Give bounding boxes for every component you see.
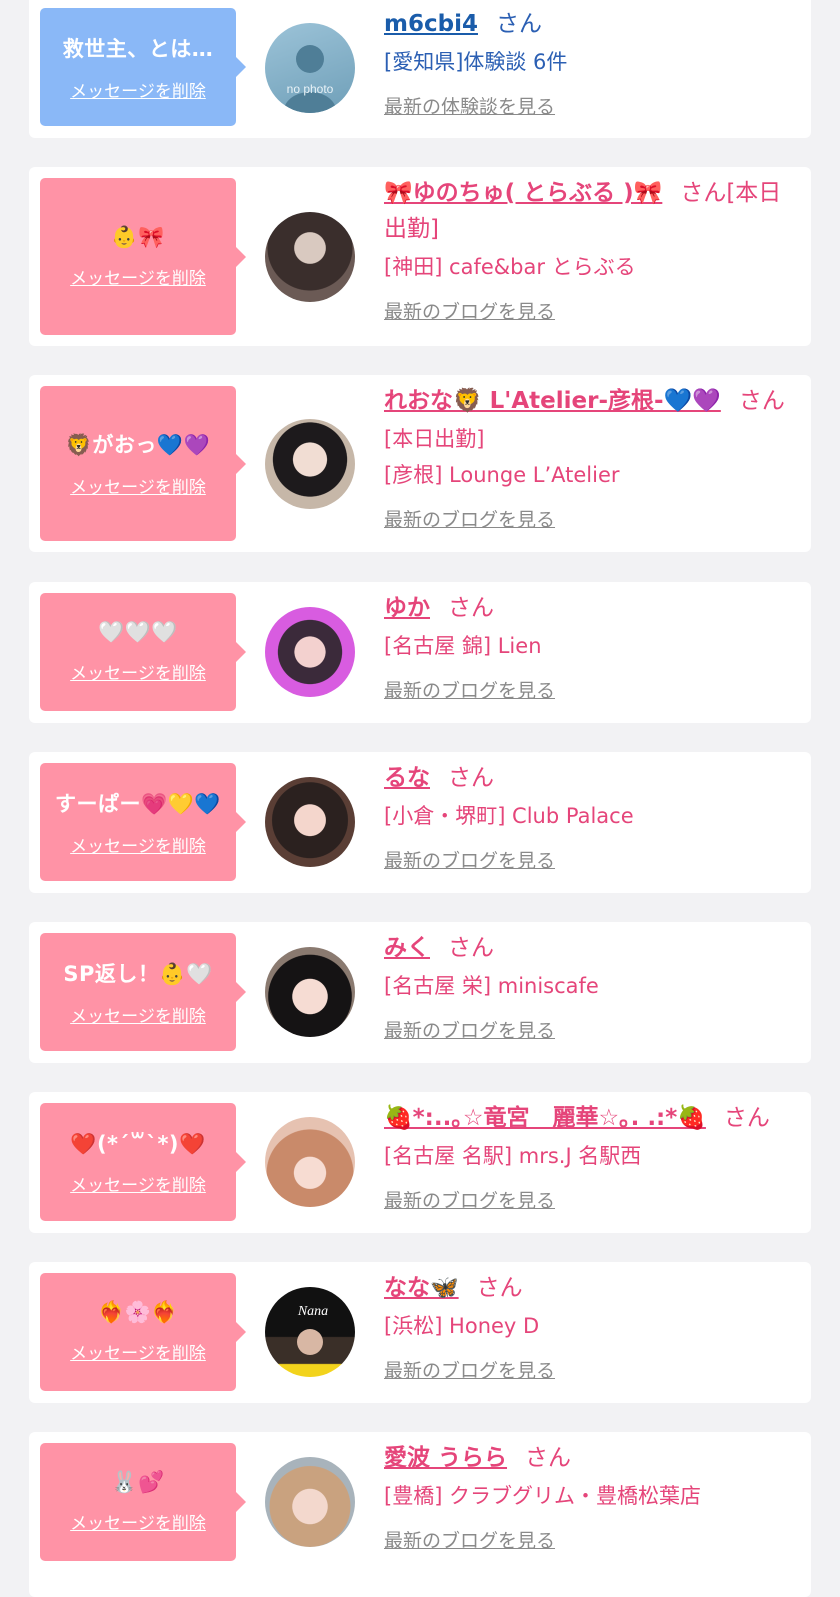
user-name-link[interactable]: なな🦋 [384, 1275, 459, 1301]
message-preview: 👶🎀 [111, 224, 165, 249]
no-photo-avatar-icon: no photo [283, 45, 337, 113]
avatar-logo-text: Nana [297, 1304, 328, 1319]
latest-review-link[interactable]: 最新の体験談を見る [384, 92, 797, 119]
honorific: さん [525, 1445, 572, 1471]
avatar[interactable] [265, 1457, 355, 1547]
message-preview: SP返し！👶🤍 [63, 961, 213, 986]
avatar[interactable] [265, 419, 355, 509]
message-preview: ❤️‍🔥🌸❤️‍🔥 [98, 1300, 178, 1324]
latest-blog-link[interactable]: 最新のブログを見る [384, 846, 797, 873]
avatar[interactable]: Nana [265, 1287, 355, 1377]
avatar[interactable] [265, 777, 355, 867]
honorific: さん [680, 180, 727, 206]
nana-logo-avatar: Nana [297, 1304, 328, 1355]
list-item: 救世主、とは… メッセージを削除 no photo m6cbi4 さん [愛知県]… [29, 0, 811, 138]
shop-info: [名古屋 栄] miniscafe [384, 974, 599, 998]
latest-blog-link[interactable]: 最新のブログを見る [384, 1016, 797, 1043]
shop-info: [彦根] Lounge L’Atelier [384, 463, 620, 487]
user-name-link[interactable]: みく [384, 935, 430, 961]
list-item: 👶🎀 メッセージを削除 🎀ゆのちゅ( とらぶる )🎀 さん[本日出勤] [神田] … [29, 167, 811, 346]
delete-message-link[interactable]: メッセージを削除 [70, 473, 206, 498]
message-bubble: ❤️‍🔥🌸❤️‍🔥 メッセージを削除 [40, 1273, 246, 1391]
honorific: さん [723, 1105, 770, 1131]
honorific: さん [738, 388, 785, 414]
delete-message-link[interactable]: メッセージを削除 [70, 1339, 206, 1364]
shop-info: [名古屋 錦] Lien [384, 634, 542, 658]
message-list: 救世主、とは… メッセージを削除 no photo m6cbi4 さん [愛知県]… [0, 0, 840, 1597]
delete-message-link[interactable]: メッセージを削除 [70, 77, 206, 102]
user-name-link[interactable]: 🎀ゆのちゅ( とらぶる )🎀 [384, 180, 662, 206]
user-name-link[interactable]: m6cbi4 [384, 11, 478, 37]
latest-blog-link[interactable]: 最新のブログを見る [384, 1356, 797, 1383]
message-preview: 🤍🤍🤍 [98, 620, 178, 644]
message-bubble: 🤍🤍🤍 メッセージを削除 [40, 593, 246, 711]
avatar[interactable]: no photo [265, 23, 355, 113]
user-name-link[interactable]: れおな🦁 L'Atelier-彦根-💙💜 [384, 388, 721, 414]
delete-message-link[interactable]: メッセージを削除 [70, 659, 206, 684]
avatar[interactable] [265, 212, 355, 302]
user-name-link[interactable]: るな [384, 765, 430, 791]
latest-blog-link[interactable]: 最新のブログを見る [384, 676, 797, 703]
user-name-link[interactable]: 愛波 うらら [384, 1445, 507, 1471]
delete-message-link[interactable]: メッセージを削除 [70, 1509, 206, 1534]
list-item: 🐰💕 メッセージを削除 愛波 うらら さん [豊橋] クラブグリム・豊橋松葉店 最… [29, 1432, 811, 1597]
delete-message-link[interactable]: メッセージを削除 [70, 1171, 206, 1196]
shop-info: [名古屋 名駅] mrs.J 名駅西 [384, 1144, 642, 1168]
delete-message-link[interactable]: メッセージを削除 [70, 1002, 206, 1027]
honorific: さん [448, 595, 494, 621]
honorific: さん [495, 11, 542, 37]
list-item: 🤍🤍🤍 メッセージを削除 ゆか さん [名古屋 錦] Lien 最新のブログを見る [29, 582, 811, 723]
message-preview: 🐰💕 [111, 1470, 165, 1494]
latest-blog-link[interactable]: 最新のブログを見る [384, 297, 797, 324]
message-bubble: 🐰💕 メッセージを削除 [40, 1443, 246, 1561]
list-item: ❤️‍🔥🌸❤️‍🔥 メッセージを削除 Nana なな🦋 さん [浜松] Honey… [29, 1262, 811, 1403]
message-bubble: SP返し！👶🤍 メッセージを削除 [40, 933, 246, 1051]
message-bubble: すーぱー💗💛💙 メッセージを削除 [40, 763, 246, 881]
honorific: さん [448, 935, 494, 961]
shop-info: [神田] cafe&bar とらぶる [384, 255, 636, 279]
latest-blog-link[interactable]: 最新のブログを見る [384, 505, 797, 532]
message-bubble: 👶🎀 メッセージを削除 [40, 178, 246, 335]
honorific: さん [476, 1275, 523, 1301]
delete-message-link[interactable]: メッセージを削除 [70, 832, 206, 857]
message-bubble: ❤️(*´꒳`*)❤️ メッセージを削除 [40, 1103, 246, 1221]
no-photo-label: no photo [287, 82, 334, 96]
shop-info: [小倉・堺町] Club Palace [384, 804, 634, 828]
message-bubble: 救世主、とは… メッセージを削除 [40, 8, 246, 126]
message-bubble: 🦁がおっ💙💜 メッセージを削除 [40, 386, 246, 541]
list-item: すーぱー💗💛💙 メッセージを削除 るな さん [小倉・堺町] Club Palac… [29, 752, 811, 893]
avatar[interactable] [265, 607, 355, 697]
message-preview: 救世主、とは… [62, 36, 214, 61]
list-item: ❤️(*´꒳`*)❤️ メッセージを削除 🍓*:..｡☆竜宮 麗華☆｡. .:*… [29, 1092, 811, 1233]
shop-info: [浜松] Honey D [384, 1314, 540, 1338]
delete-message-link[interactable]: メッセージを削除 [70, 264, 206, 289]
user-name-link[interactable]: 🍓*:..｡☆竜宮 麗華☆｡. .:*🍓 [384, 1105, 706, 1131]
list-item: SP返し！👶🤍 メッセージを削除 みく さん [名古屋 栄] miniscafe … [29, 922, 811, 1063]
shop-info: [豊橋] クラブグリム・豊橋松葉店 [384, 1484, 702, 1508]
message-preview: すーぱー💗💛💙 [55, 791, 221, 816]
avatar[interactable] [265, 1117, 355, 1207]
message-preview: 🦁がおっ💙💜 [65, 433, 211, 457]
latest-blog-link[interactable]: 最新のブログを見る [384, 1526, 797, 1553]
honorific: さん [448, 765, 494, 791]
shop-info: [愛知県]体験談 6件 [384, 50, 568, 74]
working-today-tag: [本日出勤] [384, 427, 485, 451]
avatar[interactable] [265, 947, 355, 1037]
user-name-link[interactable]: ゆか [384, 595, 430, 621]
latest-blog-link[interactable]: 最新のブログを見る [384, 1186, 797, 1213]
list-item: 🦁がおっ💙💜 メッセージを削除 れおな🦁 L'Atelier-彦根-💙💜 さん [… [29, 375, 811, 552]
message-preview: ❤️(*´꒳`*)❤️ [70, 1131, 206, 1156]
